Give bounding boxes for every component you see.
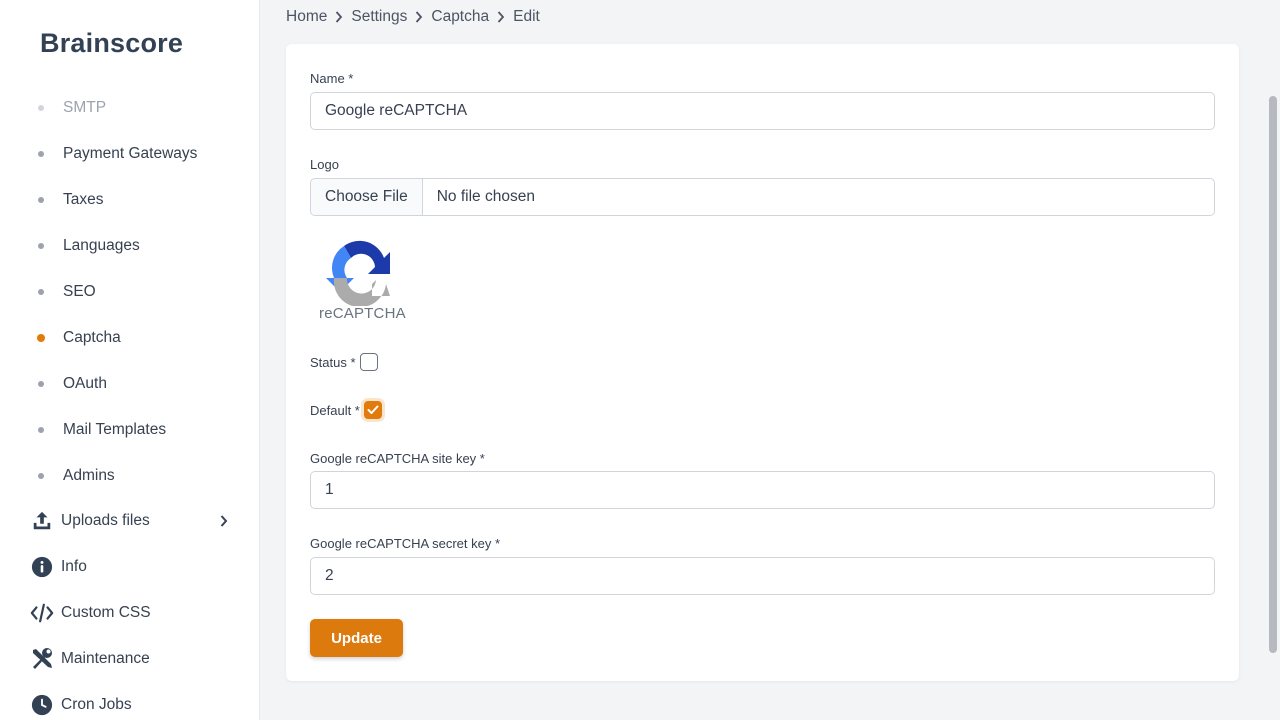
recaptcha-logo-icon [326,240,390,308]
name-input-value: Google reCAPTCHA [325,102,468,119]
sidebar-item-cron-jobs[interactable]: Cron Jobs [30,692,230,718]
edit-captcha-card: Name * Google reCAPTCHA Logo Choose File… [286,44,1239,681]
bullet-icon [38,473,44,479]
update-button[interactable]: Update [310,619,403,657]
chevron-right-icon [497,11,505,23]
bullet-icon [38,151,44,157]
choose-file-button[interactable]: Choose File [311,179,423,215]
sidebar-item-uploads-files[interactable]: Uploads files [30,508,230,534]
chevron-right-icon [335,11,343,23]
sidebar-item-label: SMTP [63,99,107,116]
bullet-icon [38,427,44,433]
page-scrollbar[interactable] [1265,0,1280,720]
site-key-label: Google reCAPTCHA site key * [310,451,485,466]
sidebar-item-label: Info [61,558,87,575]
info-icon [30,555,54,579]
sidebar-item-smtp[interactable]: SMTP [38,96,106,120]
bullet-icon [38,381,44,387]
logo-file-input[interactable]: Choose File No file chosen [310,178,1215,216]
sidebar-item-maintenance[interactable]: Maintenance [30,646,230,672]
site-key-input[interactable]: 1 [310,471,1215,509]
sidebar-item-mail-templates[interactable]: Mail Templates [38,418,166,442]
sidebar-item-languages[interactable]: Languages [38,234,140,258]
breadcrumb-settings[interactable]: Settings [351,8,407,26]
sidebar-item-label: SEO [63,283,96,300]
name-input[interactable]: Google reCAPTCHA [310,92,1215,130]
status-label: Status * [310,354,356,370]
brand-logo[interactable]: Brainscore [40,28,183,59]
active-bullet-icon [37,334,45,342]
sidebar-item-label: Payment Gateways [63,145,198,162]
breadcrumb-edit: Edit [513,8,540,25]
sidebar-item-seo[interactable]: SEO [38,280,96,304]
sidebar-item-admins[interactable]: Admins [38,464,115,488]
bullet-icon [38,105,44,111]
sidebar-item-taxes[interactable]: Taxes [38,188,104,212]
sidebar-item-custom-css[interactable]: Custom CSS [30,600,230,626]
sidebar-item-label: Mail Templates [63,421,167,438]
sidebar-item-label: Custom CSS [61,604,151,621]
secret-key-value: 2 [325,567,334,584]
upload-icon [30,509,54,533]
breadcrumb: Home Settings Captcha Edit [286,6,540,28]
sidebar-item-label: Maintenance [61,650,150,667]
scrollbar-thumb[interactable] [1269,96,1277,653]
sidebar-item-info[interactable]: Info [30,554,230,580]
secret-key-label: Google reCAPTCHA secret key * [310,536,501,551]
bullet-icon [38,243,44,249]
sidebar-item-label: Admins [63,467,115,484]
breadcrumb-captcha[interactable]: Captcha [431,8,489,26]
check-icon [367,405,379,414]
status-checkbox[interactable] [359,353,378,371]
name-label: Name * [310,71,354,86]
sidebar-item-label: Cron Jobs [61,696,132,713]
breadcrumb-home[interactable]: Home [286,8,327,26]
default-row: Default * [310,401,382,419]
sidebar-item-captcha[interactable]: Captcha [37,326,121,350]
logo-label: Logo [310,157,339,172]
secret-key-input[interactable]: 2 [310,557,1215,595]
clock-icon [30,693,54,717]
bullet-icon [38,197,44,203]
status-row: Status * [310,353,378,371]
sidebar-item-label: OAuth [63,375,107,392]
chevron-right-icon [415,11,423,23]
default-label: Default * [310,402,360,418]
bullet-icon [38,289,44,295]
file-status-text: No file chosen [436,188,535,205]
chevron-right-icon [220,514,230,528]
sidebar-item-label: Uploads files [61,512,150,529]
site-key-value: 1 [325,481,334,498]
sidebar-item-label: Captcha [63,329,121,346]
sidebar: Brainscore SMTP Payment Gateways Taxes L… [0,0,260,720]
sidebar-item-payment-gateways[interactable]: Payment Gateways [38,142,197,166]
sidebar-item-label: Taxes [63,191,104,208]
recaptcha-logo: reCAPTCHA [310,236,410,326]
sidebar-item-oauth[interactable]: OAuth [38,372,107,396]
code-icon [30,601,54,625]
tools-icon [30,647,54,671]
logo-caption: reCAPTCHA [319,305,406,322]
sidebar-item-label: Languages [63,237,140,254]
default-checkbox[interactable] [363,401,382,419]
